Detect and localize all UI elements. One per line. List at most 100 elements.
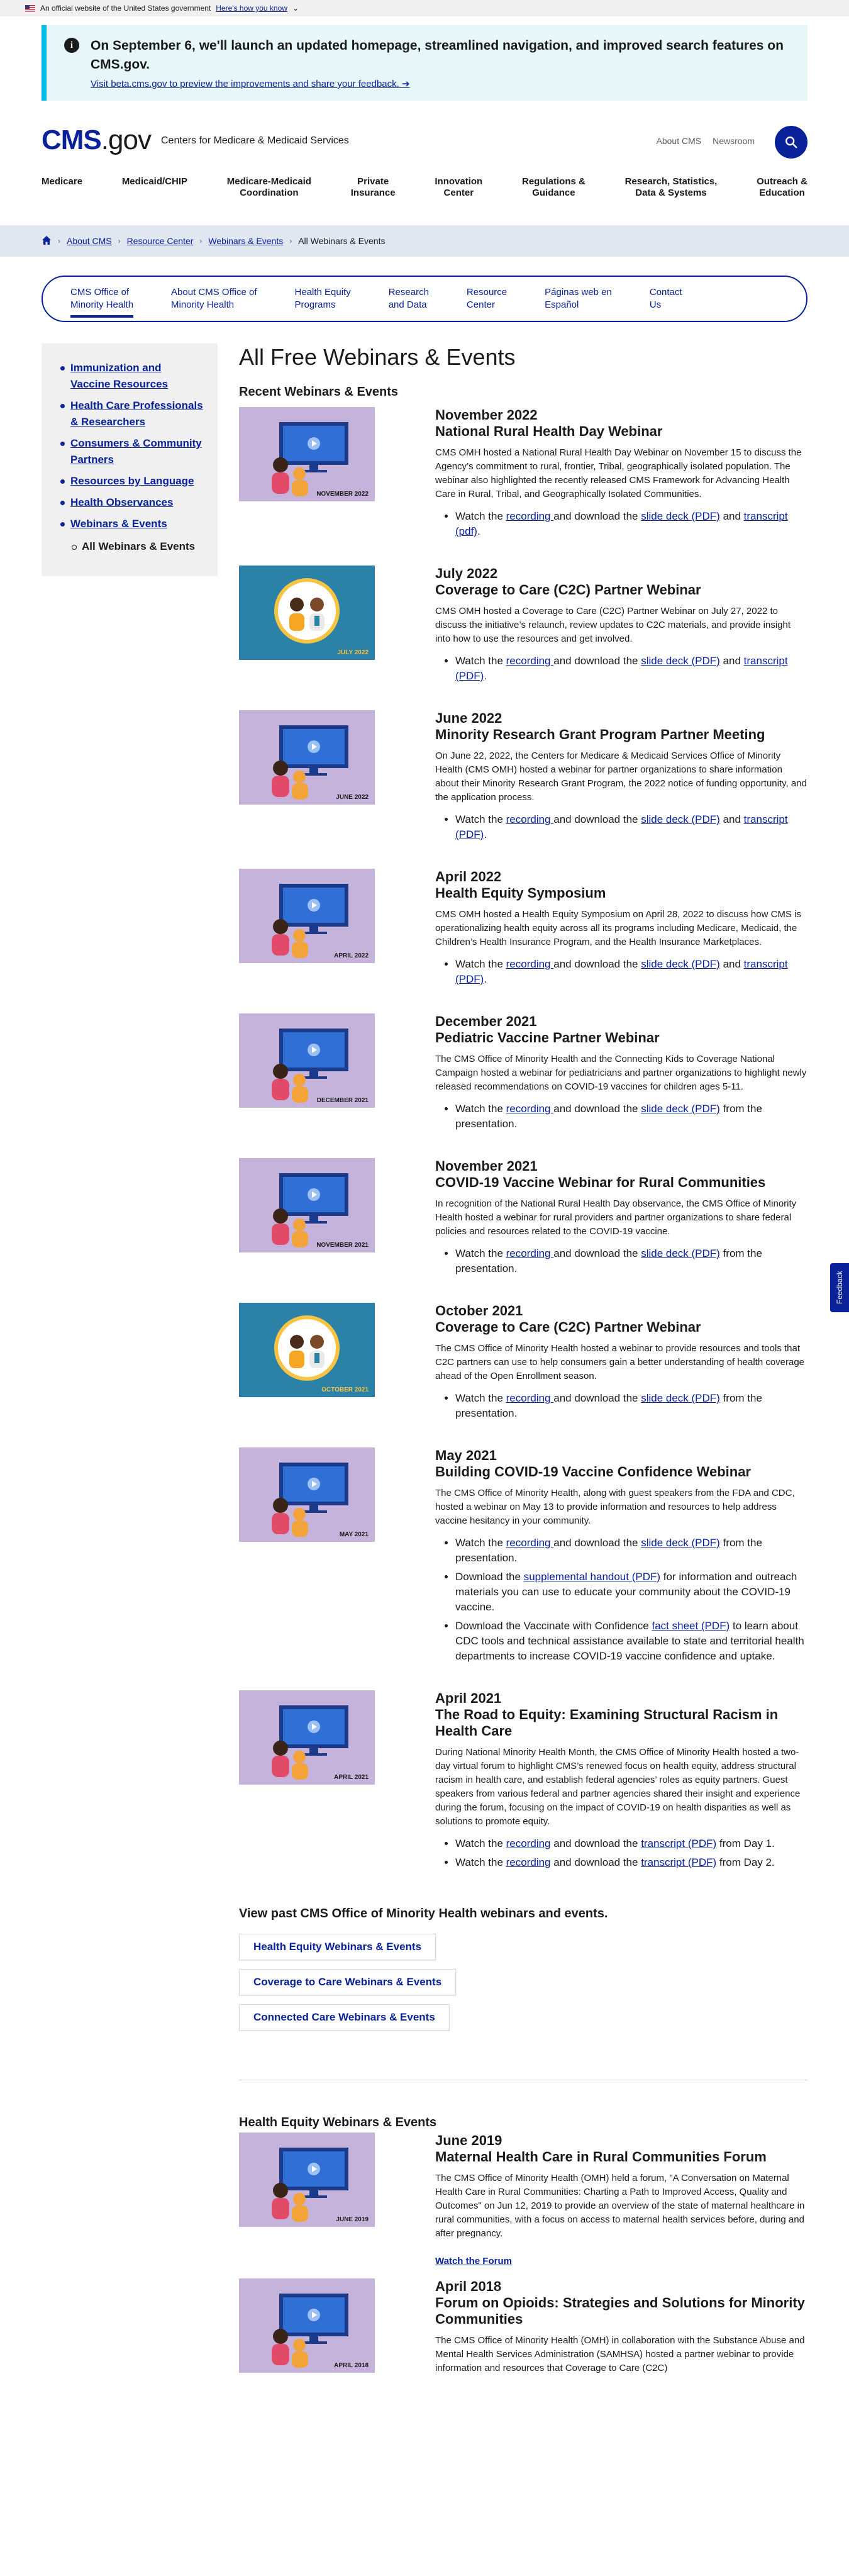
alert-beta-link[interactable]: Visit beta.cms.gov to preview the improv… (91, 78, 410, 89)
sidebar-item: Health Care Professionals & Researchers (59, 398, 204, 430)
item-date: June 2019 (435, 2133, 502, 2148)
sidebar-item-observances[interactable]: Health Observances (70, 496, 173, 508)
search-icon (785, 137, 797, 148)
item-description: The CMS Office of Minority Health, along… (435, 1488, 795, 1526)
resource-link[interactable]: slide deck (PDF) (641, 958, 720, 970)
resource-link[interactable]: recording (506, 1856, 551, 1868)
connected-care-webinars-button[interactable]: Connected Care Webinars & Events (239, 2004, 450, 2031)
thumbnail-date: MAY 2021 (339, 1531, 369, 1538)
item-date: October 2021 (435, 1303, 523, 1319)
subnav-resource-center[interactable]: Resource Center (467, 286, 507, 311)
subnav-health-equity-programs[interactable]: Health Equity Programs (295, 286, 351, 311)
item-date: November 2021 (435, 1158, 538, 1174)
nav-medicaid-chip[interactable]: Medicaid/CHIP (122, 176, 187, 187)
link-text: and download the (553, 655, 641, 667)
resource-link[interactable]: recording (506, 655, 554, 667)
nav-private-insurance[interactable]: Private Insurance (351, 176, 396, 199)
sidebar-item: Webinars & Events (59, 516, 204, 532)
item-description: The CMS Office of Minority Health hosted… (435, 1343, 805, 1381)
subnav-omh[interactable]: CMS Office of Minority Health (70, 286, 134, 318)
resource-link[interactable]: slide deck (PDF) (641, 813, 720, 825)
resource-link[interactable]: recording (506, 510, 554, 522)
item-description: During National Minority Health Month, t… (435, 1747, 801, 1827)
subnav-contact-us[interactable]: Contact Us (650, 286, 682, 311)
util-newsroom[interactable]: Newsroom (713, 136, 755, 146)
webinar-body: April 2021 The Road to Equity: Examining … (375, 1690, 807, 1874)
resource-link[interactable]: slide deck (PDF) (641, 655, 720, 667)
sidebar-item-all-webinars[interactable]: All Webinars & Events (82, 540, 195, 552)
home-icon[interactable] (42, 235, 52, 247)
thumbnail-date: DECEMBER 2021 (316, 1097, 369, 1104)
cms-logo[interactable]: CMS.gov (42, 125, 152, 156)
subnav-about-omh[interactable]: About CMS Office of Minority Health (171, 286, 257, 311)
resource-link[interactable]: recording (506, 1103, 554, 1115)
resource-link[interactable]: slide deck (PDF) (641, 1103, 720, 1115)
webinar-thumbnail: NOVEMBER 2021 (239, 1158, 375, 1252)
health-equity-webinars-button[interactable]: Health Equity Webinars & Events (239, 1934, 436, 1960)
sidebar-item-consumers[interactable]: Consumers & Community Partners (70, 437, 202, 466)
breadcrumb-webinars-events[interactable]: Webinars & Events (208, 236, 283, 246)
resource-link[interactable]: recording (506, 1392, 554, 1404)
list-item: Watch the recording and download the sli… (455, 1246, 807, 1276)
logo-gov: .gov (101, 125, 152, 155)
health-equity-body: April 2018 Forum on Opioids: Strategies a… (375, 2278, 807, 2375)
thumbnail-date: OCTOBER 2021 (321, 1386, 369, 1393)
sidebar-item-professionals[interactable]: Health Care Professionals & Researchers (70, 399, 203, 428)
watch-forum-link[interactable]: Watch the Forum (435, 2256, 512, 2267)
subnav-research-data[interactable]: Research and Data (389, 286, 429, 311)
breadcrumb-resource-center[interactable]: Resource Center (127, 236, 194, 246)
list-item: Watch the recording and download the sli… (455, 654, 807, 684)
webinar-thumbnail: JUNE 2019 (239, 2133, 375, 2227)
breadcrumb-about-cms[interactable]: About CMS (67, 236, 112, 246)
chevron-right-icon: › (289, 237, 292, 245)
resource-link[interactable]: slide deck (PDF) (641, 510, 720, 522)
resource-link[interactable]: transcript (PDF) (641, 1837, 716, 1849)
resource-link[interactable]: recording (506, 813, 554, 825)
coverage-to-care-webinars-button[interactable]: Coverage to Care Webinars & Events (239, 1969, 457, 1995)
item-description: On June 22, 2022, the Centers for Medica… (435, 750, 807, 803)
resource-link[interactable]: recording (506, 1247, 554, 1259)
chevron-down-icon[interactable]: ⌄ (292, 4, 299, 13)
util-about-cms[interactable]: About CMS (657, 136, 702, 146)
webinar-body: April 2022 Health Equity Symposium CMS OMH… (375, 869, 807, 991)
nav-medicare[interactable]: Medicare (42, 176, 82, 187)
resource-link[interactable]: recording (506, 958, 554, 970)
item-date: April 2021 (435, 1690, 502, 1706)
breadcrumb: › About CMS › Resource Center › Webinars… (0, 225, 849, 257)
link-text: and download the (553, 1392, 641, 1404)
resource-link[interactable]: transcript (PDF) (641, 1856, 716, 1868)
resource-link[interactable]: slide deck (PDF) (641, 1247, 720, 1259)
nav-outreach-education[interactable]: Outreach & Education (757, 176, 807, 199)
feedback-tab[interactable]: Feedback (830, 1263, 849, 1312)
item-title: Pediatric Vaccine Partner Webinar (435, 1030, 660, 1045)
link-text: . (477, 525, 480, 537)
sidebar-item-webinars[interactable]: Webinars & Events (70, 518, 167, 530)
search-button[interactable] (775, 126, 807, 159)
webinar-thumbnail: NOVEMBER 2022 (239, 407, 375, 501)
link-text: and (719, 813, 744, 825)
resource-link[interactable]: recording (506, 1837, 551, 1849)
sidebar-item: Health Observances (59, 494, 204, 511)
nav-regulations-guidance[interactable]: Regulations & Guidance (522, 176, 585, 199)
resource-link[interactable]: fact sheet (PDF) (652, 1620, 730, 1632)
resource-link[interactable]: supplemental handout (PDF) (524, 1571, 660, 1583)
sidebar-item-immunization[interactable]: Immunization and Vaccine Resources (70, 362, 168, 390)
resource-link[interactable]: recording (506, 1537, 554, 1549)
resource-link[interactable]: slide deck (PDF) (641, 1392, 720, 1404)
chevron-right-icon: › (58, 237, 60, 245)
webinar-thumbnail: MAY 2021 (239, 1447, 375, 1542)
link-text: Watch the (455, 655, 506, 667)
heres-how-link[interactable]: Here's how you know (216, 4, 287, 13)
nav-research-statistics[interactable]: Research, Statistics, Data & Systems (625, 176, 718, 199)
sidebar-item-language[interactable]: Resources by Language (70, 475, 194, 487)
list-item: Watch the recording and download the tra… (455, 1836, 807, 1851)
webinar-body: November 2021 COVID-19 Vaccine Webinar fo… (375, 1158, 807, 1280)
resource-link[interactable]: slide deck (PDF) (641, 1537, 720, 1549)
nav-medicare-medicaid-coordination[interactable]: Medicare-Medicaid Coordination (227, 176, 311, 199)
subnav-espanol[interactable]: Páginas web en Español (545, 286, 612, 311)
nav-innovation-center[interactable]: Innovation Center (435, 176, 482, 199)
health-equity-item: JUNE 2019 June 2019 Maternal Health Care i… (239, 2133, 807, 2267)
thumbnail-date: APRIL 2022 (334, 952, 369, 959)
past-buttons: Health Equity Webinars & Events Coverage… (239, 1934, 807, 2039)
link-text: Watch the (455, 1103, 506, 1115)
